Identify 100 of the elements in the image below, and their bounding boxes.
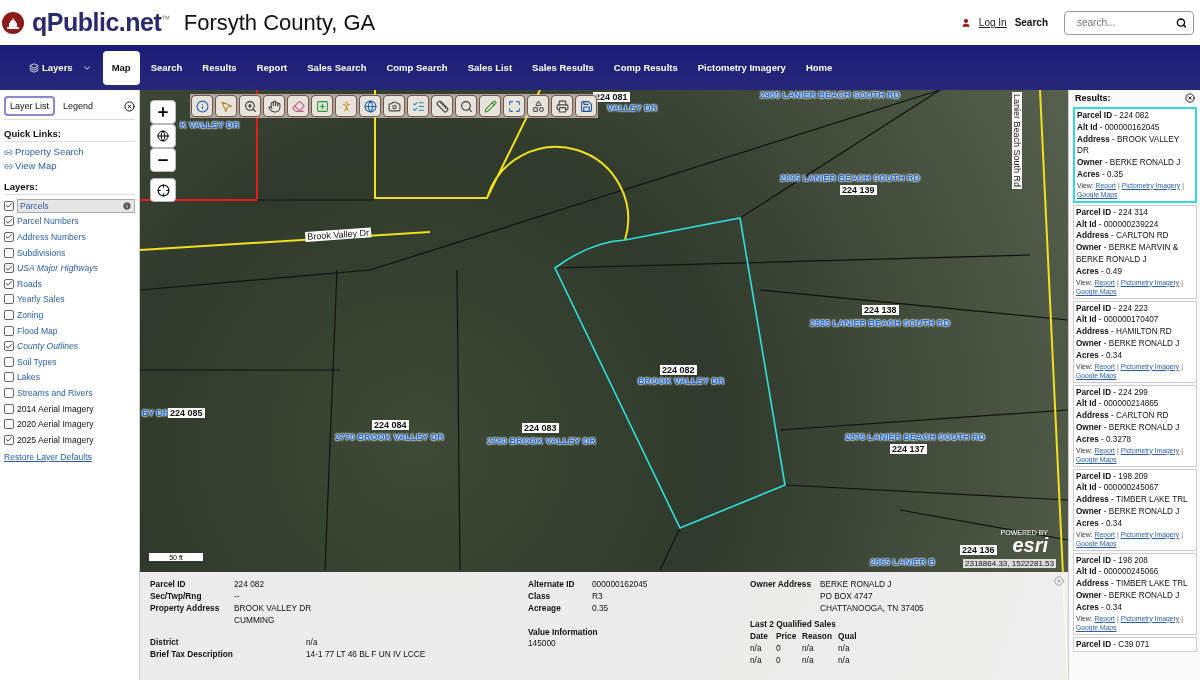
nav-tab[interactable]: Sales List: [458, 50, 522, 85]
tool-button[interactable]: [455, 95, 477, 117]
column-header: Reason: [802, 630, 833, 642]
globe-icon: [363, 99, 377, 113]
checkbox[interactable]: [4, 278, 14, 289]
field-value: n/a: [306, 636, 319, 648]
layer-item[interactable]: 2020 Aerial Imagery: [17, 419, 94, 430]
tool-button[interactable]: [479, 95, 501, 117]
checkbox[interactable]: [4, 294, 14, 305]
nav-tab[interactable]: Map: [102, 50, 140, 85]
layer-item[interactable]: Address Numbers: [17, 232, 86, 242]
tool-button[interactable]: [503, 95, 525, 117]
nav-tab[interactable]: Home: [796, 50, 842, 85]
layer-item[interactable]: Streams and Rivers: [17, 387, 93, 398]
checkbox[interactable]: [4, 232, 14, 242]
layer-item[interactable]: Lakes: [17, 372, 40, 383]
layer-item[interactable]: Parcel Numbers: [17, 216, 79, 227]
result-field: Owner - BERKE MARVIN & BERKE RONALD J: [1076, 242, 1194, 266]
tool-button[interactable]: [551, 95, 573, 117]
result-field: Acres - 0.34: [1076, 601, 1194, 614]
result-field: Acres - 0.49: [1076, 265, 1194, 278]
tool-button[interactable]: [287, 95, 309, 117]
tool-button[interactable]: [215, 95, 237, 117]
result-field: Alt Id - 000000239224: [1076, 218, 1194, 231]
tool-button[interactable]: [527, 95, 549, 117]
zoom-in-icon: [243, 99, 257, 113]
tool-button[interactable]: [359, 95, 381, 117]
field-label: Sec/Twp/Rng: [150, 590, 203, 602]
zoom-out-button[interactable]: [150, 148, 176, 172]
nav-tab[interactable]: Pictometry Imagery: [688, 50, 795, 85]
table-cell-text: n/a: [802, 642, 815, 654]
nav-tab[interactable]: Comp Results: [604, 50, 687, 85]
section-title: Quick Links:: [4, 125, 135, 142]
column-header: Qual: [838, 630, 858, 642]
layer-item[interactable]: 2025 Aerial Imagery: [17, 434, 94, 445]
checkbox[interactable]: [4, 372, 14, 383]
checkbox[interactable]: [4, 247, 14, 258]
results-title: Results:: [1075, 93, 1111, 103]
result-field: Address - CARLTON RD: [1076, 410, 1194, 422]
tool-button[interactable]: [407, 95, 429, 117]
checkbox[interactable]: [4, 309, 14, 320]
checkbox[interactable]: [4, 434, 14, 445]
field-value: CHATTANOOGA, TN 37405: [820, 602, 925, 614]
locate-button[interactable]: [150, 178, 176, 202]
parcel-label: 2885 LANIER BEACH SOUTH RD: [810, 318, 951, 328]
table-cell-text: 0: [776, 654, 782, 666]
nav-tab[interactable]: Layers: [20, 50, 101, 85]
checkbox[interactable]: [4, 419, 14, 430]
checkbox[interactable]: [4, 263, 14, 274]
checkbox[interactable]: [4, 341, 14, 352]
checkbox[interactable]: [4, 325, 14, 336]
panel-tab[interactable]: Layer List: [4, 96, 56, 116]
nav-tab[interactable]: Comp Search: [377, 50, 457, 85]
tool-button[interactable]: [191, 95, 213, 117]
restore-defaults-link[interactable]: Restore Layer Defaults: [4, 451, 135, 462]
nav-tab[interactable]: Search: [141, 50, 192, 85]
layer-item[interactable]: Roads: [17, 278, 42, 289]
checkbox[interactable]: [4, 216, 14, 227]
nav-tab[interactable]: Results: [193, 50, 246, 85]
layer-item[interactable]: Subdivisions: [17, 247, 66, 258]
parcel-label: 224 139: [840, 185, 877, 195]
result-field: Parcel ID - 224 314: [1076, 206, 1194, 219]
close-icon[interactable]: [1185, 93, 1195, 103]
link-icon: [4, 161, 13, 171]
tool-button[interactable]: [383, 95, 405, 117]
layer-item[interactable]: County Outlines: [17, 341, 79, 352]
layer-item[interactable]: 2014 Aerial Imagery: [17, 403, 94, 414]
tool-button[interactable]: [311, 95, 333, 117]
close-icon[interactable]: [124, 100, 135, 112]
layer-item[interactable]: Yearly Sales: [17, 294, 65, 305]
checkbox[interactable]: [4, 356, 14, 367]
parcel-label: 2770 BROOK VALLEY DR: [335, 432, 444, 442]
checkbox[interactable]: [4, 387, 14, 398]
layer-item[interactable]: Soil Types: [17, 356, 57, 367]
zoom-in-button[interactable]: [150, 100, 176, 124]
nav-tab[interactable]: Report: [247, 50, 297, 85]
globe-button[interactable]: [150, 124, 176, 148]
quick-link[interactable]: Property Search: [4, 145, 135, 159]
nav-tab[interactable]: Sales Results: [523, 50, 603, 85]
login-link[interactable]: Log In: [978, 17, 1007, 28]
result-field: Address - TIMBER LAKE TRL: [1076, 494, 1194, 506]
tool-button[interactable]: [335, 95, 357, 117]
tool-button[interactable]: [575, 95, 597, 117]
parcel-label: 2895 LANIER BEACH SOUTH RD: [780, 173, 921, 183]
checkbox[interactable]: [4, 200, 14, 211]
quick-link[interactable]: View Map: [4, 159, 135, 173]
checkbox[interactable]: [4, 403, 14, 414]
result-field: Address - CARLTON RD: [1076, 230, 1194, 243]
nav-tab[interactable]: Sales Search: [298, 50, 376, 85]
layer-item[interactable]: Zoning: [17, 309, 44, 320]
layer-item[interactable]: USA Major Highways: [17, 263, 98, 274]
layer-item[interactable]: Flood Map: [17, 325, 58, 336]
column-header: Date: [750, 630, 769, 642]
tool-button[interactable]: [239, 95, 261, 117]
search-box[interactable]: search...: [1064, 10, 1194, 35]
map-coordinates: 2318864.33, 1522281.53: [963, 559, 1056, 568]
tool-button[interactable]: [431, 95, 453, 117]
tool-button[interactable]: [263, 95, 285, 117]
info-icon: [122, 200, 132, 211]
layer-item[interactable]: Parcels: [17, 198, 135, 213]
